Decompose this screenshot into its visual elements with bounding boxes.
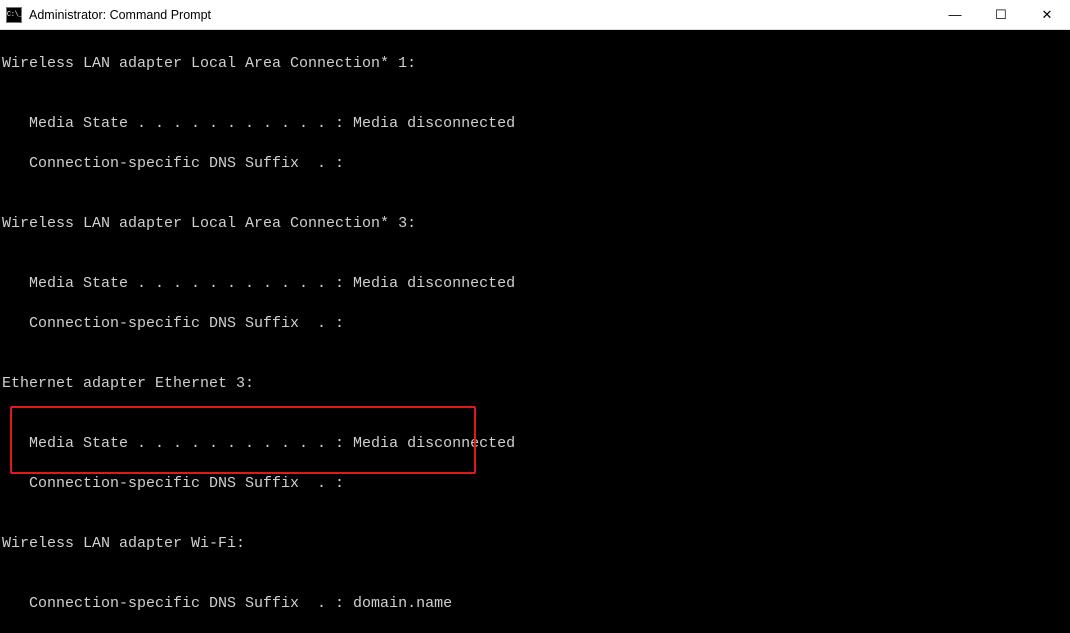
output-line: Media State . . . . . . . . . . . : Medi… [2,114,1068,134]
output-line: Media State . . . . . . . . . . . : Medi… [2,274,1068,294]
output-line: Connection-specific DNS Suffix . : [2,314,1068,334]
cmd-icon: C:\_ [6,7,22,23]
output-line: Connection-specific DNS Suffix . : domai… [2,594,1068,614]
output-line: Connection-specific DNS Suffix . : [2,474,1068,494]
output-line: Wireless LAN adapter Local Area Connecti… [2,54,1068,74]
titlebar: C:\_ Administrator: Command Prompt — ☐ ✕ [0,0,1070,30]
output-line: Media State . . . . . . . . . . . : Medi… [2,434,1068,454]
maximize-button[interactable]: ☐ [978,0,1024,30]
minimize-button[interactable]: — [932,0,978,30]
window-title: Administrator: Command Prompt [29,8,211,22]
terminal-output[interactable]: Wireless LAN adapter Local Area Connecti… [0,30,1070,633]
output-line: Wireless LAN adapter Wi-Fi: [2,534,1068,554]
output-line: Ethernet adapter Ethernet 3: [2,374,1068,394]
output-line: Connection-specific DNS Suffix . : [2,154,1068,174]
close-button[interactable]: ✕ [1024,0,1070,30]
output-line: Wireless LAN adapter Local Area Connecti… [2,214,1068,234]
